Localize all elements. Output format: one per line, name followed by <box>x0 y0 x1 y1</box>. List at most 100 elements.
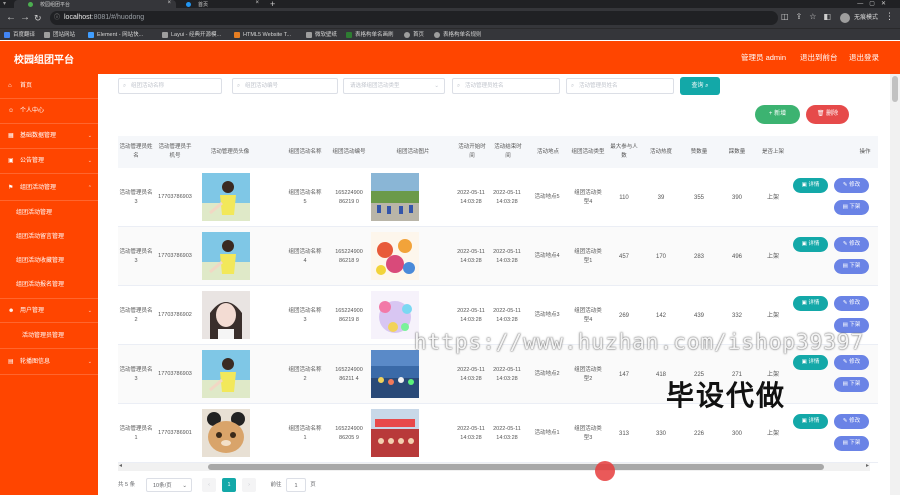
goto-page-input[interactable]: 1 <box>286 478 306 492</box>
detail-button[interactable]: ▣ 详情 <box>793 178 828 193</box>
manager-name-search-input[interactable]: ⌕ 活动管理员姓名 <box>452 78 560 94</box>
sidebar-subitem-signups[interactable]: 组团活动报名管理 <box>0 274 98 297</box>
forward-arrow-icon[interactable]: → <box>20 12 30 24</box>
activity-type-select[interactable]: 请选择组团活动类型 ⌄ <box>343 78 445 94</box>
col-manager-avatar[interactable]: 活动管理员头像 <box>198 136 262 168</box>
sidebar-subitem-comments[interactable]: 组团活动留言管理 <box>0 226 98 249</box>
scrollbar-thumb[interactable] <box>208 464 824 470</box>
edit-button[interactable]: ✎ 修改 <box>834 237 869 252</box>
extension-icons[interactable]: ◫⇪☆◧ <box>781 12 838 21</box>
page-size-select[interactable]: 10条/页 ⌄ <box>146 478 192 492</box>
edit-button[interactable]: ✎ 修改 <box>834 296 869 311</box>
manager-avatar-image[interactable] <box>202 291 250 339</box>
bookmark[interactable]: Element - 网站快... <box>88 29 143 41</box>
col-max-people[interactable]: 最大参与人数 <box>610 136 638 168</box>
sidebar-item-notice[interactable]: ▣ 公告管理 ⌄ <box>0 149 98 174</box>
bookmark[interactable]: 首页 <box>404 29 424 41</box>
col-status[interactable]: 是否上架 <box>756 136 790 168</box>
bookmark[interactable]: Layui - 经典开源模... <box>162 29 221 41</box>
col-place[interactable]: 活动地点 <box>530 136 566 168</box>
sidebar-item-managers[interactable]: 活动管理员管理 <box>0 324 98 349</box>
browser-menu-icon[interactable]: ⋮ <box>885 11 894 22</box>
browser-tab-active[interactable]: 校园组团平台 × <box>14 0 176 8</box>
scroll-right-arrow-icon[interactable]: ▸ <box>866 462 869 469</box>
page-button-current[interactable]: 1 <box>222 478 236 492</box>
logout-link[interactable]: 退出登录 <box>849 52 879 63</box>
scroll-left-arrow-icon[interactable]: ◂ <box>119 462 122 469</box>
detail-button[interactable]: ▣ 详情 <box>793 237 828 252</box>
manager-avatar-image[interactable] <box>202 409 250 457</box>
next-page-button[interactable]: › <box>242 478 256 492</box>
col-manager-phone[interactable]: 活动管理员手机号 <box>156 136 194 168</box>
col-actions: 操作 <box>859 148 871 155</box>
sidebar-item-users[interactable]: ☻ 用户管理 ⌄ <box>0 298 98 323</box>
bookmark[interactable]: 团站网站 <box>44 29 75 41</box>
activity-image[interactable] <box>371 350 419 398</box>
activity-code-search-input[interactable]: ⌕ 组团活动编号 <box>232 78 338 94</box>
table-horizontal-scrollbar[interactable]: ◂ ▸ <box>118 463 870 471</box>
col-start-time[interactable]: 活动开始时间 <box>458 136 486 168</box>
take-down-button[interactable]: ▤ 下架 <box>834 436 869 451</box>
sidebar-item-home[interactable]: ⌂ 首页 <box>0 74 98 99</box>
col-manager-name[interactable]: 活动管理员姓名 <box>118 136 154 168</box>
take-down-button[interactable]: ▤ 下架 <box>834 259 869 274</box>
bookmark[interactable]: 表格构单名画刷 <box>346 29 394 41</box>
activity-name-search-input[interactable]: ⌕ 组团活动名称 <box>118 78 222 94</box>
detail-button[interactable]: ▣ 详情 <box>793 296 828 311</box>
back-arrow-icon[interactable]: ← <box>6 12 16 24</box>
detail-button[interactable]: ▣ 详情 <box>793 414 828 429</box>
tab-title: 校园组团平台 <box>40 1 71 8</box>
bookmark[interactable]: 表格构单名规则 <box>434 29 482 41</box>
delete-button[interactable]: 🗑 删除 <box>806 105 849 124</box>
detail-icon: ▣ <box>801 182 807 188</box>
edit-button[interactable]: ✎ 修改 <box>834 178 869 193</box>
activity-image[interactable] <box>371 409 419 457</box>
col-type[interactable]: 组团活动类型 <box>570 136 606 168</box>
take-down-button[interactable]: ▤ 下架 <box>834 377 869 392</box>
col-activity-code[interactable]: 组团活动编号 <box>332 136 366 168</box>
profile-button[interactable]: 无痕模式 <box>839 12 878 24</box>
col-end-time[interactable]: 活动结束时间 <box>494 136 522 168</box>
bookmark[interactable]: 百度翻译 <box>4 29 35 41</box>
manager-avatar-image[interactable] <box>202 173 250 221</box>
sidebar-subitem-activity[interactable]: 组团活动管理 <box>0 202 98 225</box>
window-controls[interactable]: —▢✕ <box>857 0 892 7</box>
page-vertical-scrollbar[interactable] <box>890 74 900 495</box>
query-button[interactable]: 查询 ⌕ <box>680 77 720 95</box>
add-button[interactable]: + 新增 <box>755 105 800 124</box>
address-bar[interactable]: ⓘ localhost:8081/#/huodong <box>50 11 778 25</box>
manager-avatar-image[interactable] <box>202 232 250 280</box>
activity-image[interactable] <box>371 232 419 280</box>
cell-activity-code: 16522490086218 9 <box>335 248 363 264</box>
tab-search-icon[interactable]: ▾ <box>3 0 11 8</box>
activity-image[interactable] <box>371 291 419 339</box>
manager-avatar-image[interactable] <box>202 350 250 398</box>
info-icon[interactable]: ⓘ <box>54 11 60 25</box>
col-activity-image[interactable]: 组团活动图片 <box>368 136 458 168</box>
exit-to-frontend-link[interactable]: 退出到前台 <box>800 52 838 63</box>
edit-button[interactable]: ✎ 修改 <box>834 355 869 370</box>
bookmark[interactable]: 微软壁纸 <box>306 29 337 41</box>
activity-image[interactable] <box>371 173 419 221</box>
scrollbar-thumb[interactable] <box>892 76 898 102</box>
sidebar-item-carousel[interactable]: ▤ 轮播图信息 ⌄ <box>0 350 98 375</box>
prev-page-button[interactable]: ‹ <box>202 478 216 492</box>
take-down-button[interactable]: ▤ 下架 <box>834 200 869 215</box>
manager-name-search-input-2[interactable]: ⌕ 活动管理员姓名 <box>566 78 674 94</box>
sidebar-item-activity[interactable]: ⚑ 组团活动管理 ⌃ <box>0 176 98 201</box>
bookmark[interactable]: HTML5 Website T... <box>234 29 291 41</box>
browser-tab[interactable]: 首页 × <box>178 0 264 8</box>
col-hot[interactable]: 活动热度 <box>646 136 676 168</box>
sidebar-item-profile[interactable]: ☺ 个人中心 <box>0 99 98 124</box>
search-icon: ⌕ <box>705 83 709 89</box>
sidebar-subitem-favorites[interactable]: 组团活动收藏管理 <box>0 250 98 273</box>
reload-icon[interactable]: ↻ <box>34 12 42 24</box>
col-up[interactable]: 赞数量 <box>684 136 714 168</box>
sidebar-item-base-data[interactable]: ▦ 基础数据管理 ⌄ <box>0 124 98 149</box>
tab-close-icon[interactable]: × <box>167 0 171 6</box>
edit-button[interactable]: ✎ 修改 <box>834 414 869 429</box>
tab-close-icon[interactable]: × <box>255 0 259 6</box>
detail-button[interactable]: ▣ 详情 <box>793 355 828 370</box>
col-down[interactable]: 踩数量 <box>722 136 752 168</box>
col-activity-name[interactable]: 组团活动名称 <box>288 136 322 168</box>
